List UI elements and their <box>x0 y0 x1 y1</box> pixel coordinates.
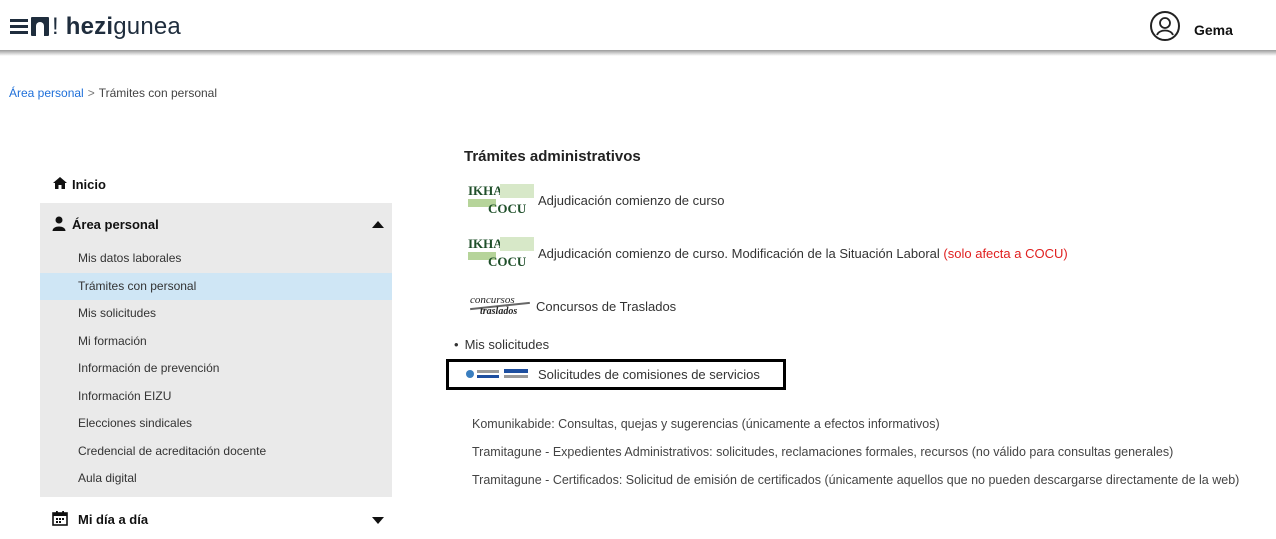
komunikabide-link[interactable]: Komunikabide: Consultas, quejas y sugere… <box>472 416 1252 432</box>
procedure-link[interactable]: Solicitudes de comisiones de servicios <box>538 367 760 382</box>
sidebar-item-mi-dia-a-dia[interactable]: Mi día a día <box>40 499 392 539</box>
user-icon <box>52 216 66 236</box>
procedure-comisiones-servicios[interactable]: Solicitudes de comisiones de servicios <box>466 364 760 384</box>
sidebar-item-label: Área personal <box>72 217 159 232</box>
tramitagune-certificados-link[interactable]: Tramitagune - Certificados: Solicitud de… <box>472 472 1252 488</box>
procedure-link[interactable]: Adjudicación comienzo de curso <box>538 193 724 208</box>
sidebar-subitem-informacion-prevencion[interactable]: Información de prevención <box>40 355 392 383</box>
chevron-up-icon[interactable] <box>372 221 384 228</box>
procedure-adjudicacion-modificacion[interactable]: IKHA COCU Adjudicación comienzo de curso.… <box>466 236 1068 270</box>
sidebar-subitem-mis-datos-laborales[interactable]: Mis datos laborales <box>40 245 392 273</box>
procedure-note: (solo afecta a COCU) <box>943 245 1068 261</box>
sidebar-subitem-tramites-con-personal[interactable]: Trámites con personal <box>40 272 392 300</box>
procedure-link[interactable]: Concursos de Traslados <box>536 299 676 314</box>
top-header: ! hezigunea Gema <box>0 0 1276 52</box>
concursos-logo-text: concursos <box>470 294 515 306</box>
page-title: Trámites administrativos <box>464 148 641 165</box>
sidebar-item-label: Mi día a día <box>78 511 149 527</box>
ikha-cocu-logo: IKHA COCU <box>466 236 534 270</box>
procedure-concursos-traslados[interactable]: concursos traslados Concursos de Traslado… <box>466 290 676 322</box>
hezigunea-logo-icon[interactable] <box>31 17 49 36</box>
breadcrumb-current: Trámites con personal <box>98 86 218 100</box>
sidebar-group-area-personal: Área personal Mis datos laborales Trámit… <box>40 203 392 497</box>
logo-rest: gunea <box>113 13 181 40</box>
app-logo[interactable]: ! hezigunea <box>52 13 181 41</box>
ikha-cocu-logo: IKHA COCU <box>466 183 534 217</box>
mis-solicitudes-bullet[interactable]: Mis solicitudes <box>454 337 550 352</box>
sidebar-item-label: Inicio <box>72 177 106 192</box>
chevron-down-icon[interactable] <box>372 516 384 524</box>
procedure-link[interactable]: Adjudicación comienzo de curso. Modifica… <box>538 246 1068 261</box>
calendar-icon <box>52 510 68 531</box>
concursos-traslados-logo: concursos traslados <box>466 290 532 322</box>
cocu-logo-text: COCU <box>488 201 527 216</box>
breadcrumb-home-link[interactable]: Área personal <box>9 86 84 100</box>
logo-bold: hezi <box>65 13 114 40</box>
traslados-logo-text: traslados <box>480 306 518 317</box>
breadcrumb: Área personal > Trámites con personal <box>9 86 217 100</box>
sidebar-subitem-mi-formacion[interactable]: Mi formación <box>40 328 392 356</box>
sidebar-item-area-personal[interactable]: Área personal <box>40 203 392 245</box>
hamburger-menu-icon[interactable] <box>10 19 28 35</box>
sidebar-subitem-aula-digital[interactable]: Aula digital <box>40 465 392 493</box>
logo-prefix: ! <box>52 13 59 40</box>
comisiones-servicios-logo <box>466 367 532 381</box>
ikha-logo-text: IKHA <box>468 183 503 198</box>
breadcrumb-separator: > <box>87 86 95 100</box>
sidebar-item-inicio[interactable]: Inicio <box>40 165 392 203</box>
procedure-adjudicacion[interactable]: IKHA COCU Adjudicación comienzo de curso <box>466 183 724 217</box>
sidebar-subitem-informacion-eizu[interactable]: Información EIZU <box>40 383 392 411</box>
tramitagune-expedientes-link[interactable]: Tramitagune - Expedientes Administrativo… <box>472 444 1252 460</box>
user-name[interactable]: Gema <box>1194 22 1233 38</box>
header-divider <box>0 50 1276 56</box>
sidebar-subitem-credencial-docente[interactable]: Credencial de acreditación docente <box>40 438 392 466</box>
home-icon <box>52 176 68 195</box>
sidebar-subitem-elecciones-sindicales[interactable]: Elecciones sindicales <box>40 410 392 438</box>
procedure-link-text: Adjudicación comienzo de curso. Modifica… <box>538 245 940 261</box>
ikha-logo-text: IKHA <box>468 236 503 251</box>
sidebar-subitem-mis-solicitudes[interactable]: Mis solicitudes <box>40 300 392 328</box>
user-avatar-icon[interactable] <box>1150 11 1180 41</box>
cocu-logo-text: COCU <box>488 254 527 269</box>
sidebar-nav: Inicio Área personal Mis datos laborales… <box>40 165 392 539</box>
